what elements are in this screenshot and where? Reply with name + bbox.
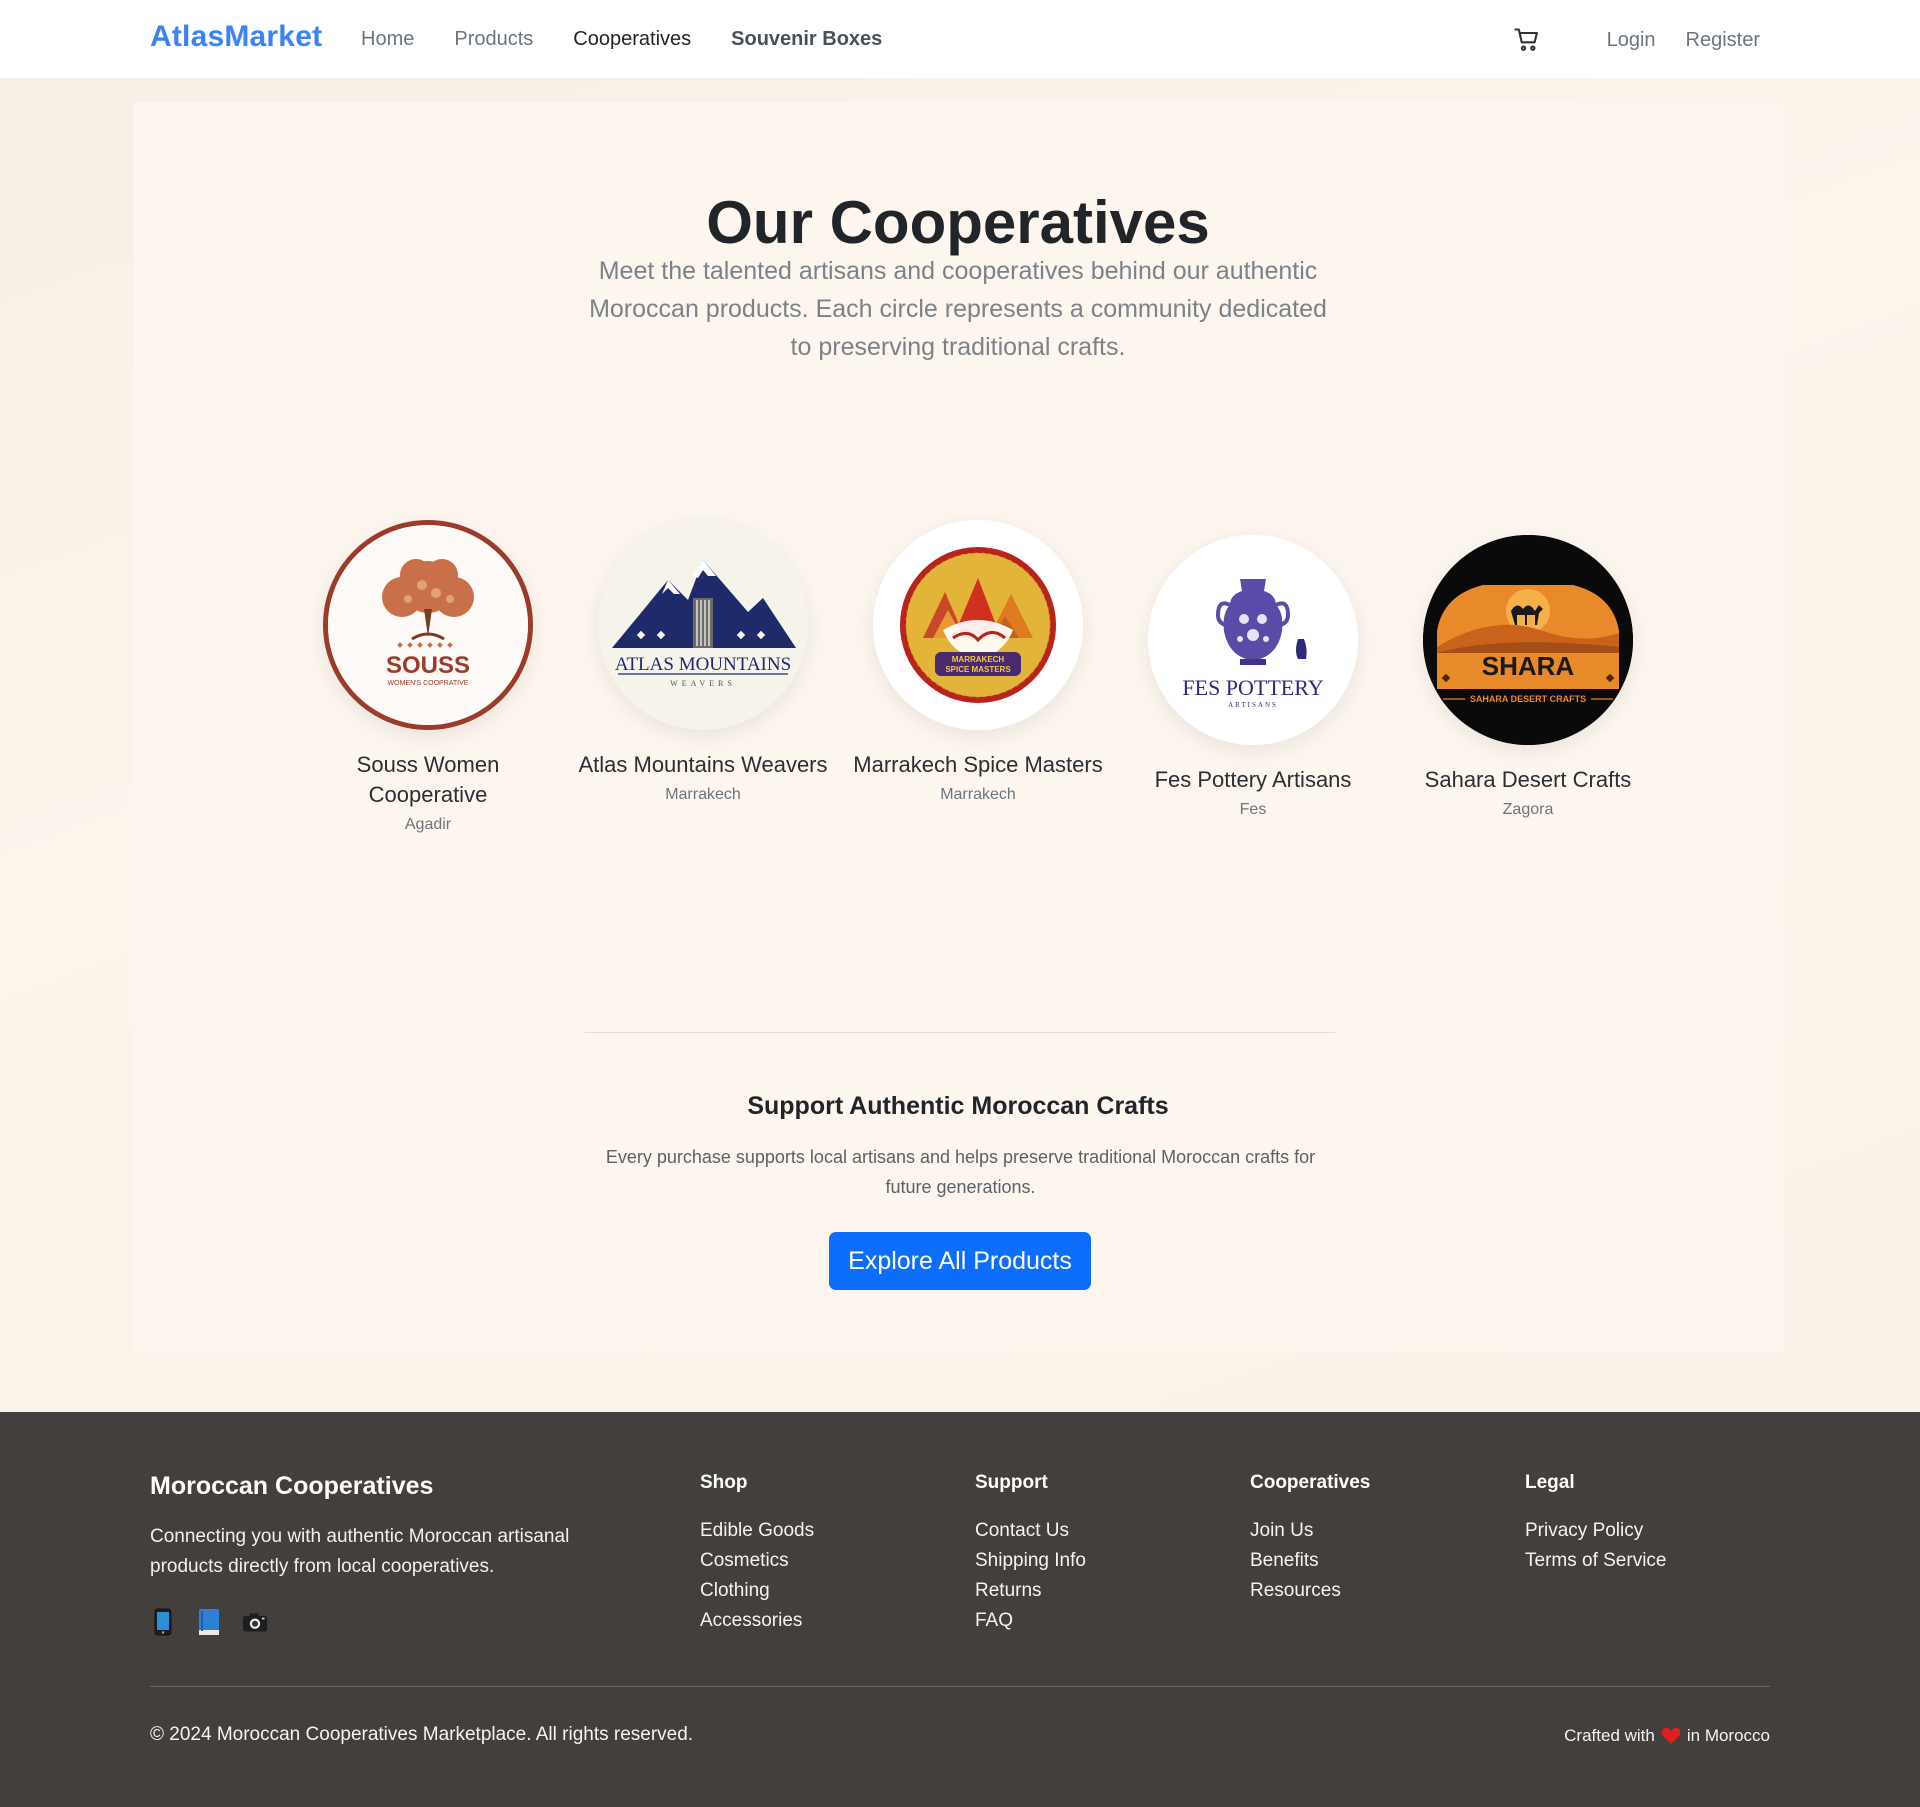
login-link[interactable]: Login — [1607, 29, 1656, 52]
footer-crafted: Crafted with in Morocco — [1564, 1726, 1770, 1746]
coop-city: Zagora — [1502, 801, 1554, 818]
vase-icon: FES POTTERY ARTISANS — [1148, 535, 1358, 745]
footer-link-edible-goods[interactable]: Edible Goods — [700, 1516, 814, 1546]
footer-link-faq[interactable]: FAQ — [975, 1606, 1086, 1636]
navbar: AtlasMarket Home Products Cooperatives S… — [0, 0, 1920, 78]
footer-col-shop: Shop Edible Goods Cosmetics Clothing Acc… — [700, 1472, 814, 1636]
cart-icon[interactable] — [1513, 26, 1541, 54]
footer-col-title: Cooperatives — [1250, 1472, 1371, 1493]
coop-city: Fes — [1239, 801, 1267, 818]
nav-cooperatives[interactable]: Cooperatives — [573, 28, 691, 51]
nav-products[interactable]: Products — [454, 28, 533, 51]
coop-name[interactable]: Sahara Desert Crafts — [1403, 765, 1653, 795]
fes-logo[interactable]: FES POTTERY ARTISANS — [1148, 535, 1358, 745]
section-divider — [585, 1032, 1335, 1033]
crafted-prefix: Crafted with — [1564, 1726, 1655, 1745]
svg-text:WEAVERS: WEAVERS — [670, 679, 736, 688]
coop-card-souss[interactable]: SOUSS WOMEN'S COOPRATIVE Souss Women Coo… — [303, 520, 553, 834]
svg-text:ATLAS MOUNTAINS: ATLAS MOUNTAINS — [615, 654, 791, 675]
nav-right: Login Register — [1513, 26, 1760, 54]
coop-card-fes[interactable]: FES POTTERY ARTISANS Fes Pottery Artisan… — [1128, 535, 1378, 819]
footer-divider — [150, 1686, 1770, 1687]
svg-text:SPICE MASTERS: SPICE MASTERS — [945, 665, 1011, 674]
camel-icon: SHARA SAHARA DESERT CRAFTS — [1423, 535, 1633, 745]
page-subtitle: Meet the talented artisans and cooperati… — [589, 257, 1327, 361]
footer-link-cosmetics[interactable]: Cosmetics — [700, 1546, 814, 1576]
spice-icon: MARRAKECH SPICE MASTERS — [873, 520, 1083, 730]
coop-card-marrakech[interactable]: MARRAKECH SPICE MASTERS Marrakech Spice … — [853, 520, 1103, 804]
marrakech-logo[interactable]: MARRAKECH SPICE MASTERS — [873, 520, 1083, 730]
footer-link-resources[interactable]: Resources — [1250, 1576, 1370, 1606]
footer-link-clothing[interactable]: Clothing — [700, 1576, 814, 1606]
footer-col-title: Shop — [700, 1472, 748, 1493]
footer-link-privacy-policy[interactable]: Privacy Policy — [1525, 1516, 1666, 1546]
crafted-suffix: in Morocco — [1686, 1726, 1770, 1745]
footer-col-cooperatives: Cooperatives Join Us Benefits Resources — [1250, 1472, 1370, 1606]
footer-copyright: © 2024 Moroccan Cooperatives Marketplace… — [150, 1724, 694, 1745]
tree-icon: SOUSS WOMEN'S COOPRATIVE — [328, 525, 528, 725]
coop-city: Marrakech — [940, 786, 1016, 803]
footer-link-contact-us[interactable]: Contact Us — [975, 1516, 1086, 1546]
footer-col-support: Support Contact Us Shipping Info Returns… — [975, 1472, 1086, 1636]
book-icon[interactable] — [196, 1608, 222, 1636]
register-link[interactable]: Register — [1686, 29, 1760, 52]
footer-link-returns[interactable]: Returns — [975, 1576, 1086, 1606]
souss-logo[interactable]: SOUSS WOMEN'S COOPRATIVE — [323, 520, 533, 730]
footer-link-accessories[interactable]: Accessories — [700, 1606, 814, 1636]
brand-logo[interactable]: AtlasMarket — [150, 20, 322, 54]
mountain-icon: ATLAS MOUNTAINS WEAVERS — [598, 520, 808, 730]
cooperatives-section: Our Cooperatives Meet the talented artis… — [133, 102, 1783, 1352]
coop-card-sahara[interactable]: SHARA SAHARA DESERT CRAFTS Sahara Desert… — [1403, 535, 1653, 819]
footer-col-title: Legal — [1525, 1472, 1575, 1493]
coop-card-atlas[interactable]: ATLAS MOUNTAINS WEAVERS Atlas Mountains … — [578, 520, 828, 804]
support-title: Support Authentic Moroccan Crafts — [747, 1092, 1169, 1120]
coop-city: Marrakech — [665, 786, 741, 803]
page-title: Our Cooperatives — [706, 189, 1210, 256]
main-background: Our Cooperatives Meet the talented artis… — [0, 78, 1920, 1412]
footer-brand-title: Moroccan Cooperatives — [150, 1472, 434, 1500]
svg-text:SAHARA DESERT CRAFTS: SAHARA DESERT CRAFTS — [1470, 694, 1586, 704]
nav-links: Home Products Cooperatives Souvenir Boxe… — [361, 28, 922, 51]
coop-name[interactable]: Marrakech Spice Masters — [853, 750, 1103, 780]
cooperatives-list: SOUSS WOMEN'S COOPRATIVE Souss Women Coo… — [303, 520, 1703, 880]
footer: Moroccan Cooperatives Connecting you wit… — [0, 1412, 1920, 1807]
footer-link-shipping-info[interactable]: Shipping Info — [975, 1546, 1086, 1576]
footer-link-join-us[interactable]: Join Us — [1250, 1516, 1370, 1546]
svg-text:ARTISANS: ARTISANS — [1228, 701, 1278, 709]
coop-name[interactable]: Fes Pottery Artisans — [1128, 765, 1378, 795]
footer-link-benefits[interactable]: Benefits — [1250, 1546, 1370, 1576]
svg-text:SOUSS: SOUSS — [386, 652, 470, 679]
svg-text:MARRAKECH: MARRAKECH — [952, 655, 1005, 664]
phone-icon[interactable] — [150, 1608, 176, 1636]
coop-name[interactable]: Souss Women Cooperative — [303, 750, 553, 810]
svg-text:SHARA: SHARA — [1482, 651, 1575, 681]
support-text: Every purchase supports local artisans a… — [605, 1147, 1316, 1197]
atlas-logo[interactable]: ATLAS MOUNTAINS WEAVERS — [598, 520, 808, 730]
heart-icon — [1661, 1727, 1681, 1744]
nav-souvenir-boxes[interactable]: Souvenir Boxes — [731, 28, 882, 51]
camera-icon[interactable] — [242, 1608, 268, 1636]
footer-col-legal: Legal Privacy Policy Terms of Service — [1525, 1472, 1666, 1576]
footer-col-title: Support — [975, 1472, 1048, 1493]
footer-social — [150, 1608, 268, 1636]
explore-products-button[interactable]: Explore All Products — [829, 1232, 1091, 1290]
nav-home[interactable]: Home — [361, 28, 414, 51]
svg-text:WOMEN'S COOPRATIVE: WOMEN'S COOPRATIVE — [388, 680, 469, 687]
footer-link-terms-of-service[interactable]: Terms of Service — [1525, 1546, 1666, 1576]
svg-text:FES POTTERY: FES POTTERY — [1182, 675, 1323, 700]
coop-name[interactable]: Atlas Mountains Weavers — [578, 750, 828, 780]
footer-brand-text: Connecting you with authentic Moroccan a… — [150, 1526, 570, 1577]
sahara-logo[interactable]: SHARA SAHARA DESERT CRAFTS — [1423, 535, 1633, 745]
coop-city: Agadir — [404, 816, 452, 833]
